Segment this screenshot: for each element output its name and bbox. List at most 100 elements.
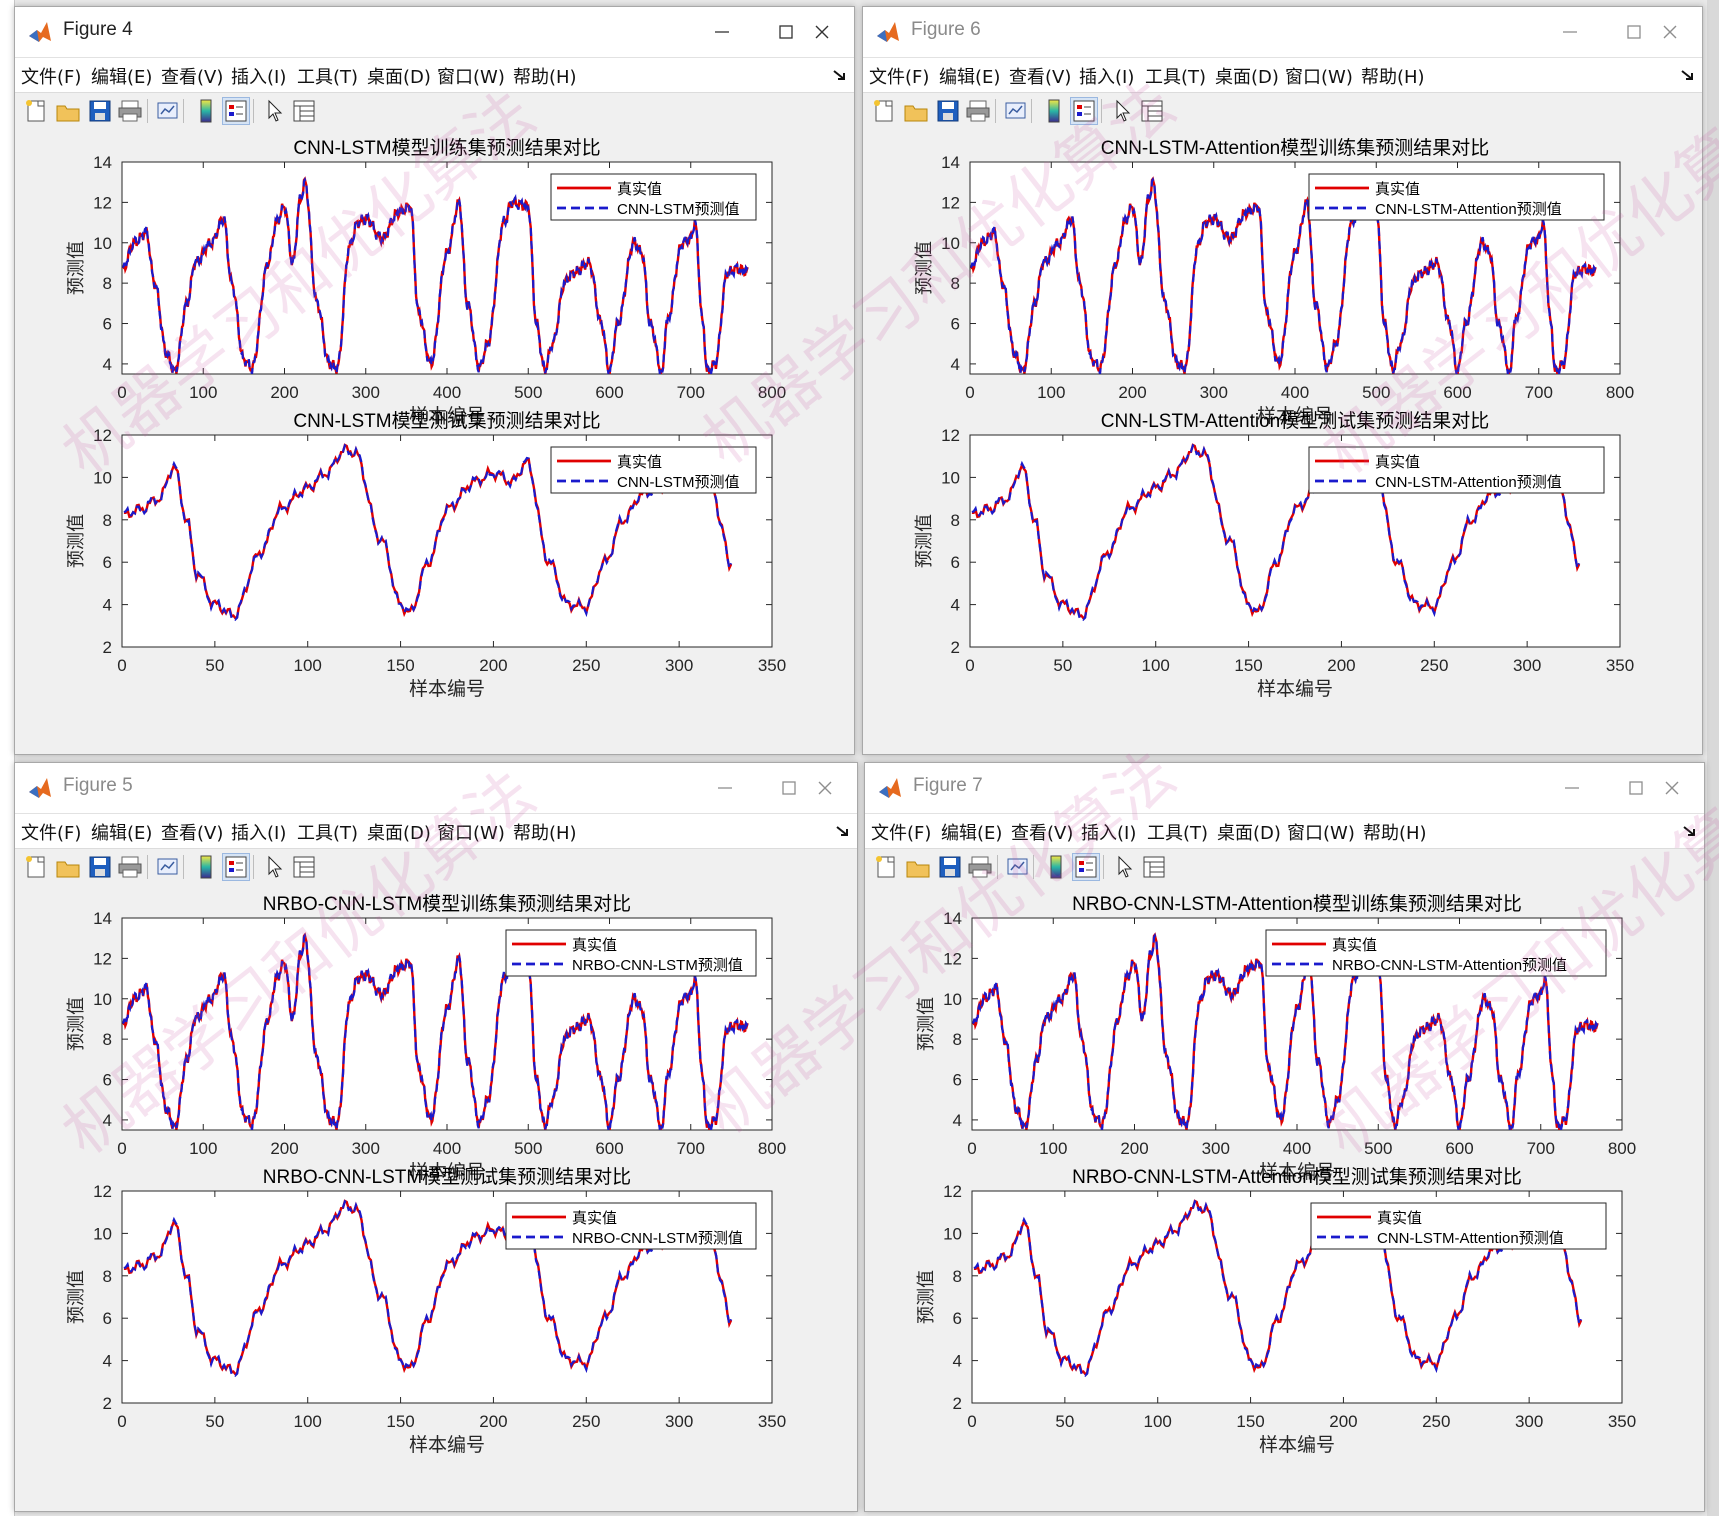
minimize-button[interactable]	[704, 15, 740, 49]
menu-item[interactable]: 桌面(D)	[367, 819, 431, 845]
legend[interactable]: 真实值 NRBO-CNN-LSTM预测值	[505, 1202, 757, 1250]
legend-button[interactable]	[1070, 97, 1098, 125]
property-inspector-button[interactable]	[1141, 854, 1167, 880]
dock-arrow-icon[interactable]	[835, 823, 851, 839]
link-plot-button[interactable]	[1005, 854, 1031, 880]
menu-item[interactable]: 插入(I)	[231, 819, 286, 845]
open-file-button[interactable]	[55, 854, 81, 880]
menu-item[interactable]: 插入(I)	[1081, 819, 1136, 845]
menu-item[interactable]: 文件(F)	[21, 819, 81, 845]
colorbar-button[interactable]	[1043, 854, 1069, 880]
close-button[interactable]	[1652, 15, 1688, 49]
figure-window-4[interactable]: Figure 4 文件(F) 编辑(E) 查看(V) 插入(I) 工具(T) 桌面(D) 窗口…	[14, 6, 855, 755]
axes[interactable]: CNN-LSTM模型训练集预测结果对比 0 100 200 300 400 500 600 70…	[66, 137, 786, 427]
menu-item[interactable]: 桌面(D)	[367, 63, 431, 89]
new-figure-button[interactable]	[871, 98, 897, 124]
maximize-button[interactable]	[768, 15, 804, 49]
axes[interactable]: NRBO-CNN-LSTM模型测试集预测结果对比 0 50 100 150 200 250 3…	[66, 1166, 786, 1456]
close-button[interactable]	[807, 771, 843, 805]
colorbar-button[interactable]	[193, 98, 219, 124]
link-plot-button[interactable]	[155, 98, 181, 124]
property-inspector-button[interactable]	[291, 854, 317, 880]
menu-item[interactable]: 查看(V)	[161, 63, 223, 89]
menu-item[interactable]: 文件(F)	[21, 63, 81, 89]
colorbar-button[interactable]	[1041, 98, 1067, 124]
figure-window-7[interactable]: Figure 7 文件(F) 编辑(E) 查看(V) 插入(I) 工具(T) 桌面(D) 窗口…	[864, 762, 1705, 1512]
maximize-button[interactable]	[1616, 15, 1652, 49]
save-button[interactable]	[87, 854, 113, 880]
save-button[interactable]	[937, 854, 963, 880]
menu-item[interactable]: 桌面(D)	[1215, 63, 1279, 89]
minimize-button[interactable]	[1552, 15, 1588, 49]
menu-item[interactable]: 编辑(E)	[91, 819, 152, 845]
menu-item[interactable]: 窗口(W)	[1285, 63, 1353, 89]
menu-item[interactable]: 帮助(H)	[1361, 63, 1425, 89]
menu-item[interactable]: 插入(I)	[231, 63, 286, 89]
menu-item[interactable]: 窗口(W)	[437, 63, 505, 89]
legend[interactable]: 真实值 CNN-LSTM预测值	[550, 173, 757, 221]
menu-item[interactable]: 工具(T)	[297, 63, 358, 89]
menu-item[interactable]: 工具(T)	[1147, 819, 1208, 845]
window-titlebar[interactable]: Figure 5	[15, 763, 857, 814]
legend[interactable]: 真实值 CNN-LSTM-Attention预测值	[1308, 446, 1605, 494]
menu-item[interactable]: 帮助(H)	[513, 819, 577, 845]
print-button[interactable]	[117, 854, 143, 880]
open-file-button[interactable]	[55, 98, 81, 124]
menu-item[interactable]: 桌面(D)	[1217, 819, 1281, 845]
print-button[interactable]	[965, 98, 991, 124]
colorbar-button[interactable]	[193, 854, 219, 880]
legend[interactable]: 真实值 CNN-LSTM-Attention预测值	[1308, 173, 1605, 221]
figure-window-6[interactable]: Figure 6 文件(F) 编辑(E) 查看(V) 插入(I) 工具(T) 桌面(D) 窗口…	[862, 6, 1703, 755]
window-titlebar[interactable]: Figure 7	[865, 763, 1704, 814]
minimize-button[interactable]	[707, 771, 743, 805]
close-button[interactable]	[1654, 771, 1690, 805]
edit-plot-button[interactable]	[1111, 854, 1137, 880]
edit-plot-button[interactable]	[1109, 98, 1135, 124]
legend[interactable]: 真实值 NRBO-CNN-LSTM预测值	[505, 929, 757, 977]
legend[interactable]: 真实值 NRBO-CNN-LSTM-Attention预测值	[1265, 929, 1607, 977]
window-titlebar[interactable]: Figure 6	[863, 7, 1702, 58]
menu-item[interactable]: 查看(V)	[1011, 819, 1073, 845]
edit-plot-button[interactable]	[261, 98, 287, 124]
dock-arrow-icon[interactable]	[832, 67, 848, 83]
axes[interactable]: CNN-LSTM模型测试集预测结果对比 0 50 100 150 200 250 300 350…	[66, 410, 786, 700]
dock-arrow-icon[interactable]	[1680, 67, 1696, 83]
window-titlebar[interactable]: Figure 4	[15, 7, 854, 58]
legend[interactable]: 真实值 CNN-LSTM预测值	[550, 446, 757, 494]
menu-item[interactable]: 插入(I)	[1079, 63, 1134, 89]
menu-item[interactable]: 编辑(E)	[941, 819, 1002, 845]
legend-button[interactable]	[1072, 853, 1100, 881]
axes[interactable]: NRBO-CNN-LSTM-Attention模型训练集预测结果对比 0 100 20…	[916, 893, 1636, 1183]
menu-item[interactable]: 帮助(H)	[1363, 819, 1427, 845]
menu-item[interactable]: 文件(F)	[869, 63, 929, 89]
open-file-button[interactable]	[903, 98, 929, 124]
link-plot-button[interactable]	[155, 854, 181, 880]
close-button[interactable]	[804, 15, 840, 49]
legend-button[interactable]	[222, 853, 250, 881]
menu-item[interactable]: 工具(T)	[1145, 63, 1206, 89]
print-button[interactable]	[967, 854, 993, 880]
menu-item[interactable]: 帮助(H)	[513, 63, 577, 89]
new-figure-button[interactable]	[23, 98, 49, 124]
maximize-button[interactable]	[771, 771, 807, 805]
menu-item[interactable]: 工具(T)	[297, 819, 358, 845]
axes[interactable]: NRBO-CNN-LSTM-Attention模型测试集预测结果对比 0 50 100…	[916, 1166, 1636, 1456]
menu-item[interactable]: 查看(V)	[161, 819, 223, 845]
maximize-button[interactable]	[1618, 771, 1654, 805]
dock-arrow-icon[interactable]	[1682, 823, 1698, 839]
print-button[interactable]	[117, 98, 143, 124]
figure-window-5[interactable]: Figure 5 文件(F) 编辑(E) 查看(V) 插入(I) 工具(T) 桌面(D) 窗口…	[14, 762, 858, 1512]
menu-item[interactable]: 窗口(W)	[437, 819, 505, 845]
minimize-button[interactable]	[1554, 771, 1590, 805]
axes[interactable]: CNN-LSTM-Attention模型训练集预测结果对比 0 100 200 300 4…	[914, 137, 1634, 427]
menu-item[interactable]: 文件(F)	[871, 819, 931, 845]
menu-item[interactable]: 查看(V)	[1009, 63, 1071, 89]
link-plot-button[interactable]	[1003, 98, 1029, 124]
menu-item[interactable]: 编辑(E)	[91, 63, 152, 89]
open-file-button[interactable]	[905, 854, 931, 880]
edit-plot-button[interactable]	[261, 854, 287, 880]
property-inspector-button[interactable]	[291, 98, 317, 124]
new-figure-button[interactable]	[873, 854, 899, 880]
new-figure-button[interactable]	[23, 854, 49, 880]
menu-item[interactable]: 窗口(W)	[1287, 819, 1355, 845]
